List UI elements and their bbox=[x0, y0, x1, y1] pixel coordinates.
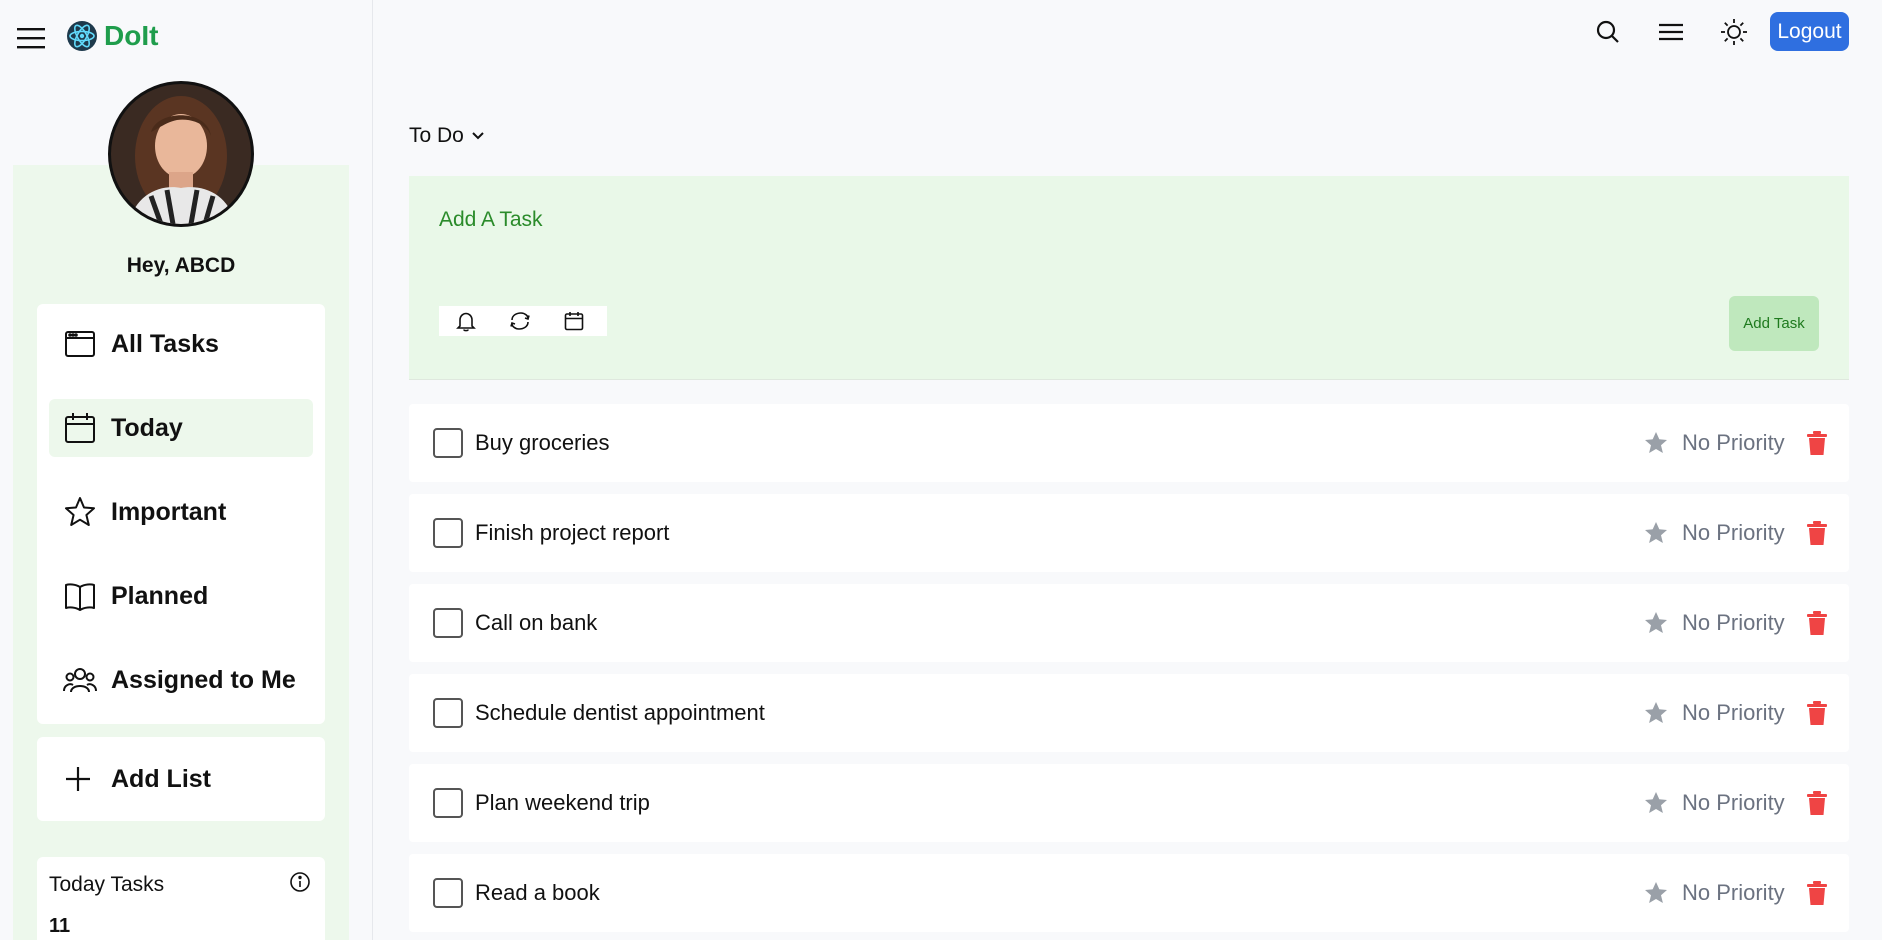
brand[interactable]: DoIt bbox=[66, 20, 158, 52]
task-row[interactable]: Plan weekend trip No Priority bbox=[409, 764, 1849, 842]
hamburger-menu-icon[interactable] bbox=[16, 26, 46, 50]
today-tasks-title: Today Tasks bbox=[49, 873, 165, 896]
add-task-input[interactable] bbox=[439, 208, 1339, 232]
task-priority: No Priority bbox=[1682, 700, 1785, 725]
sidebar-item-planned[interactable]: Planned bbox=[49, 567, 313, 625]
sidebar-item-label: All Tasks bbox=[111, 329, 219, 358]
trash-icon[interactable] bbox=[1805, 430, 1829, 456]
star-icon[interactable] bbox=[1643, 700, 1669, 726]
task-title: Finish project report bbox=[475, 520, 670, 545]
book-icon bbox=[63, 579, 97, 613]
repeat-icon[interactable] bbox=[493, 306, 547, 336]
today-tasks-count: 11 bbox=[49, 915, 71, 937]
menu-icon[interactable] bbox=[1655, 16, 1687, 48]
task-row[interactable]: Schedule dentist appointment No Priority bbox=[409, 674, 1849, 752]
task-priority: No Priority bbox=[1682, 610, 1785, 635]
task-priority: No Priority bbox=[1682, 430, 1785, 455]
sidebar-item-label: Today bbox=[111, 413, 183, 442]
logout-button[interactable]: Logout bbox=[1770, 12, 1849, 51]
task-checkbox[interactable] bbox=[433, 698, 463, 728]
add-task-panel: Add Task bbox=[409, 176, 1849, 380]
react-logo-icon bbox=[66, 20, 98, 52]
sidebar-item-all-tasks[interactable]: All Tasks bbox=[49, 315, 313, 373]
calendar-icon[interactable] bbox=[547, 306, 601, 336]
task-priority: No Priority bbox=[1682, 880, 1785, 905]
avatar bbox=[108, 81, 254, 227]
task-priority: No Priority bbox=[1682, 790, 1785, 815]
star-icon[interactable] bbox=[1643, 610, 1669, 636]
task-title: Buy groceries bbox=[475, 430, 610, 455]
star-icon[interactable] bbox=[1643, 430, 1669, 456]
sidebar-nav: All Tasks Today Important Planned Assign… bbox=[37, 304, 325, 724]
star-icon[interactable] bbox=[1643, 880, 1669, 906]
trash-icon[interactable] bbox=[1805, 700, 1829, 726]
add-list-label: Add List bbox=[111, 764, 211, 793]
task-row[interactable]: Buy groceries No Priority bbox=[409, 404, 1849, 482]
task-title: Call on bank bbox=[475, 610, 598, 635]
greeting: Hey, ABCD bbox=[126, 254, 236, 277]
task-tools bbox=[439, 306, 607, 336]
trash-icon[interactable] bbox=[1805, 790, 1829, 816]
trash-icon[interactable] bbox=[1805, 520, 1829, 546]
add-task-button[interactable]: Add Task bbox=[1729, 296, 1819, 351]
sidebar-item-important[interactable]: Important bbox=[49, 483, 313, 541]
info-icon[interactable] bbox=[289, 871, 311, 893]
task-checkbox[interactable] bbox=[433, 878, 463, 908]
list-title: To Do bbox=[409, 124, 464, 147]
today-tasks-card: Today Tasks 11 bbox=[37, 857, 325, 940]
calendar-icon bbox=[63, 411, 97, 445]
list-title-dropdown[interactable]: To Do bbox=[409, 124, 486, 148]
task-checkbox[interactable] bbox=[433, 518, 463, 548]
sidebar-item-label: Assigned to Me bbox=[111, 665, 296, 694]
task-row[interactable]: Call on bank No Priority bbox=[409, 584, 1849, 662]
task-checkbox[interactable] bbox=[433, 788, 463, 818]
task-row[interactable]: Finish project report No Priority bbox=[409, 494, 1849, 572]
task-title: Schedule dentist appointment bbox=[475, 700, 765, 725]
browser-window-icon bbox=[63, 327, 97, 361]
sidebar-item-label: Important bbox=[111, 497, 227, 526]
task-checkbox[interactable] bbox=[433, 608, 463, 638]
star-icon bbox=[63, 495, 97, 529]
trash-icon[interactable] bbox=[1805, 880, 1829, 906]
sun-icon[interactable] bbox=[1718, 16, 1750, 48]
star-icon[interactable] bbox=[1643, 520, 1669, 546]
task-row[interactable]: Read a book No Priority bbox=[409, 854, 1849, 932]
sidebar-item-today[interactable]: Today bbox=[49, 399, 313, 457]
plus-icon bbox=[63, 764, 93, 794]
chevron-down-icon bbox=[470, 128, 486, 144]
task-priority: No Priority bbox=[1682, 520, 1785, 545]
star-icon[interactable] bbox=[1643, 790, 1669, 816]
search-icon[interactable] bbox=[1592, 16, 1624, 48]
add-list-button[interactable]: Add List bbox=[37, 737, 325, 821]
bell-icon[interactable] bbox=[439, 306, 493, 336]
task-checkbox[interactable] bbox=[433, 428, 463, 458]
trash-icon[interactable] bbox=[1805, 610, 1829, 636]
task-title: Plan weekend trip bbox=[475, 790, 650, 815]
task-title: Read a book bbox=[475, 880, 600, 905]
app-name: DoIt bbox=[104, 20, 159, 51]
sidebar: DoIt Hey, ABCD All Tasks Today Important… bbox=[0, 0, 373, 940]
sidebar-item-assigned-to-me[interactable]: Assigned to Me bbox=[49, 651, 313, 709]
people-icon bbox=[63, 663, 97, 697]
sidebar-item-label: Planned bbox=[111, 581, 209, 610]
